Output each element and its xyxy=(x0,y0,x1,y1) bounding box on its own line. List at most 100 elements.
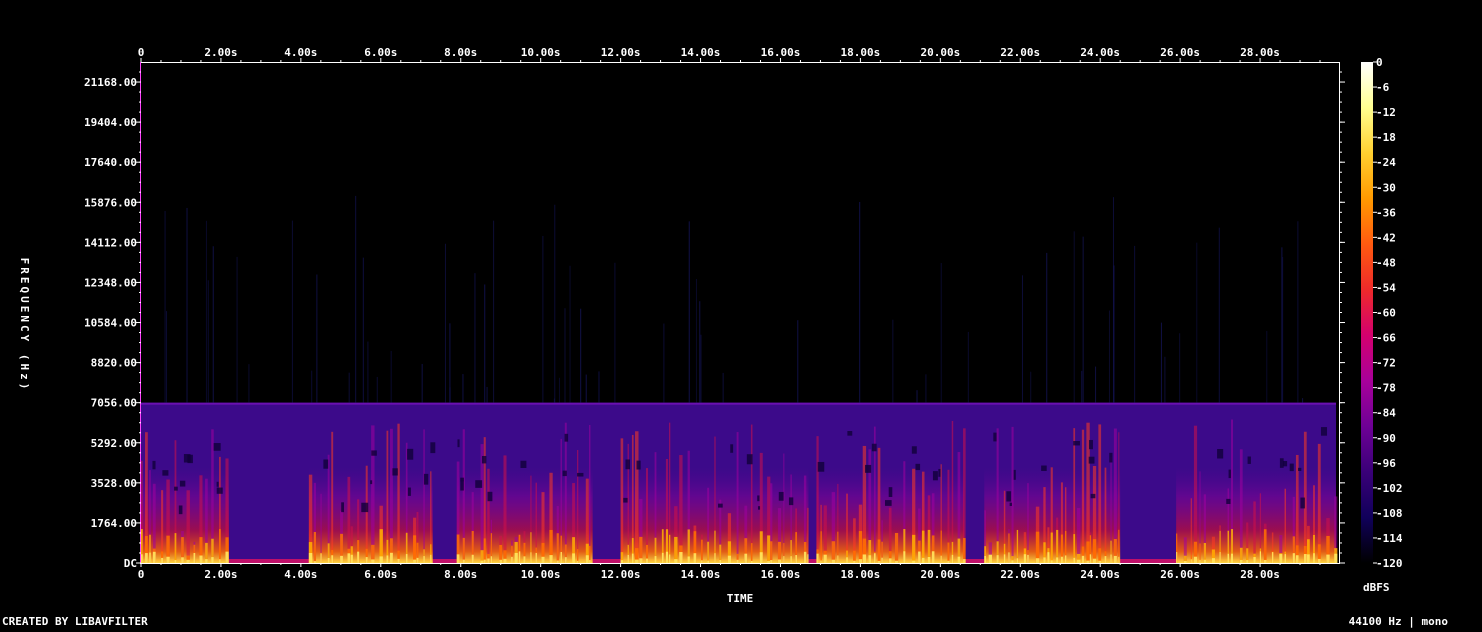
fundamental-energy xyxy=(480,560,484,563)
colorbar-tick-label: -114 xyxy=(1376,532,1403,545)
colorbar-tick-label: -12 xyxy=(1376,106,1396,119)
spectral-gap xyxy=(370,480,373,485)
harmonic-energy xyxy=(413,535,417,563)
fundamental-energy xyxy=(1104,556,1107,563)
spectral-gap xyxy=(1320,427,1328,436)
hf-transient xyxy=(1081,370,1083,403)
fundamental-energy xyxy=(988,554,992,563)
colorbar-tick-label: 0 xyxy=(1376,56,1383,69)
spectral-gap xyxy=(1073,441,1080,446)
fundamental-energy xyxy=(308,553,313,563)
spectral-gap xyxy=(1226,498,1231,504)
fundamental-energy xyxy=(635,559,639,563)
fundamental-energy xyxy=(350,554,353,563)
fundamental-energy xyxy=(1023,554,1027,563)
speech-streak xyxy=(331,431,334,563)
hf-transient xyxy=(580,308,582,403)
fundamental-energy xyxy=(931,551,935,563)
fundamental-energy xyxy=(1284,554,1287,563)
spectral-gap xyxy=(481,455,487,464)
fundamental-energy xyxy=(701,560,703,563)
colorbar xyxy=(1361,62,1373,563)
spectral-gap xyxy=(1217,449,1224,459)
y-tick-label: 3528.00 xyxy=(91,477,137,490)
fundamental-energy xyxy=(654,556,657,563)
hf-transient xyxy=(462,374,464,403)
harmonic-energy xyxy=(1263,529,1267,563)
x-tick-label-bottom: 24.00s xyxy=(1080,568,1120,581)
hf-transient xyxy=(614,262,616,403)
harmonic-energy xyxy=(750,543,753,563)
fundamental-energy xyxy=(523,556,526,563)
speech-streak xyxy=(620,438,624,563)
fundamental-energy xyxy=(1334,553,1338,563)
speech-streak xyxy=(1190,498,1192,563)
fundamental-energy xyxy=(456,554,460,563)
fundamental-energy xyxy=(541,556,545,563)
fundamental-energy xyxy=(1313,553,1315,563)
hf-transient xyxy=(688,221,690,403)
colorbar-tick-label: -18 xyxy=(1376,131,1396,144)
fundamental-energy xyxy=(744,553,748,563)
hf-transient xyxy=(207,280,209,403)
spectral-gap xyxy=(757,495,760,502)
spectral-gap xyxy=(1109,452,1113,463)
fundamental-energy xyxy=(1326,554,1330,563)
spectral-gap xyxy=(179,480,186,487)
fundamental-energy xyxy=(687,556,690,563)
fundamental-energy xyxy=(1253,557,1256,563)
fundamental-energy xyxy=(918,551,921,563)
fundamental-energy xyxy=(795,555,798,563)
fundamental-energy xyxy=(767,561,771,563)
harmonic-energy xyxy=(483,538,486,563)
hf-transient xyxy=(348,372,350,403)
fundamental-energy xyxy=(186,559,190,563)
fundamental-energy xyxy=(996,555,999,563)
hf-transient xyxy=(1134,245,1136,403)
speech-streak xyxy=(1098,424,1102,563)
x-tick-label-top: 20.00s xyxy=(920,46,960,59)
fundamental-energy xyxy=(152,551,156,563)
spectral-gap xyxy=(562,470,567,477)
fundamental-energy xyxy=(1086,560,1090,563)
fundamental-energy xyxy=(951,554,954,563)
hf-transient xyxy=(598,371,600,403)
y-tick-label: 5292.00 xyxy=(91,437,137,450)
harmonic-energy xyxy=(174,533,177,563)
fundamental-energy xyxy=(535,552,537,563)
spectral-gap xyxy=(475,480,483,488)
speech-streak xyxy=(320,493,322,563)
fundamental-energy xyxy=(1307,554,1310,563)
spectral-gap xyxy=(371,450,377,456)
hf-transient xyxy=(564,308,566,403)
hf-transient xyxy=(700,334,702,403)
fundamental-energy xyxy=(193,552,196,563)
harmonic-energy xyxy=(770,541,773,563)
fundamental-energy xyxy=(719,560,722,563)
x-axis-label: TIME xyxy=(727,592,754,605)
fundamental-energy xyxy=(816,553,819,563)
y-tick-label: DC xyxy=(124,557,137,570)
fundamental-energy xyxy=(340,555,343,563)
x-tick-label-bottom: 26.00s xyxy=(1160,568,1200,581)
spectral-gap xyxy=(178,505,183,515)
hf-transient xyxy=(474,273,476,403)
fundamental-energy xyxy=(947,560,950,563)
colorbar-tick-label: -42 xyxy=(1376,231,1396,244)
fundamental-energy xyxy=(386,555,389,563)
fundamental-energy xyxy=(736,559,739,563)
fundamental-energy xyxy=(1008,552,1010,563)
speech-streak xyxy=(397,423,400,563)
spectral-gap xyxy=(1228,469,1231,479)
spectral-gap xyxy=(407,448,414,460)
fundamental-energy xyxy=(957,556,961,563)
fundamental-energy xyxy=(413,559,417,563)
fundamental-energy xyxy=(665,551,669,563)
x-tick-label-bottom: 8.00s xyxy=(444,568,477,581)
spectral-gap xyxy=(564,433,569,442)
fundamental-energy xyxy=(503,558,507,563)
hf-transient xyxy=(390,350,392,403)
spectral-gap xyxy=(718,503,723,508)
x-tick-label-top: 4.00s xyxy=(284,46,317,59)
spectral-gap xyxy=(871,443,877,452)
